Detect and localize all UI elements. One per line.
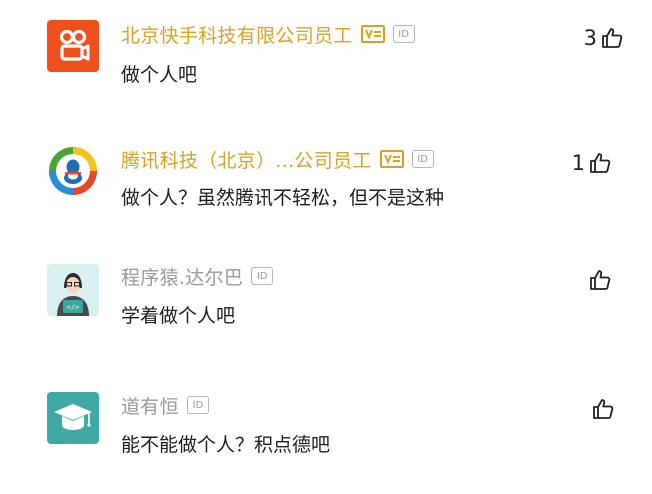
avatar[interactable] [47, 145, 99, 197]
like-count: 1 [571, 151, 585, 175]
id-badge-icon: ID [411, 150, 434, 168]
tencent-logo-icon [49, 147, 97, 195]
comment-text: 做个人？虽然腾讯不轻松，但不是这种 [121, 187, 445, 209]
avatar[interactable] [47, 20, 99, 72]
verified-v-badge-icon [360, 25, 385, 43]
author-name[interactable]: 道有恒 [121, 392, 179, 419]
thumbs-up-icon [593, 399, 614, 419]
like-button[interactable] [585, 266, 612, 294]
id-badge-icon: ID [186, 396, 209, 414]
id-badge-icon: ID [392, 25, 415, 43]
like-button[interactable] [588, 395, 615, 423]
kuaishou-logo-icon [59, 29, 90, 61]
thumbs-up-icon [590, 153, 611, 173]
graduation-cap-avatar-icon [54, 404, 92, 430]
verified-v-badge-icon [379, 150, 404, 168]
comment-text: 学着做个人吧 [121, 305, 236, 327]
comment-text: 能不能做个人？积点德吧 [121, 434, 331, 456]
like-button[interactable]: 1 [572, 149, 612, 177]
like-count: 3 [583, 26, 597, 50]
like-button[interactable]: 3 [584, 24, 624, 52]
id-badge-icon: ID [251, 267, 274, 285]
svg-text:</>: </> [67, 304, 80, 312]
avatar[interactable] [47, 392, 99, 444]
author-name[interactable]: 腾讯科技（北京）...公司员工 [121, 146, 372, 173]
author-name[interactable]: 北京快手科技有限公司员工 [121, 21, 353, 48]
author-name[interactable]: 程序猿.达尔巴 [121, 263, 243, 290]
comment-text: 做个人吧 [121, 64, 198, 86]
thumbs-up-icon [590, 270, 611, 290]
programmer-avatar-icon: </> [47, 264, 99, 316]
thumbs-up-icon [602, 28, 623, 48]
avatar[interactable]: </> [47, 264, 99, 316]
